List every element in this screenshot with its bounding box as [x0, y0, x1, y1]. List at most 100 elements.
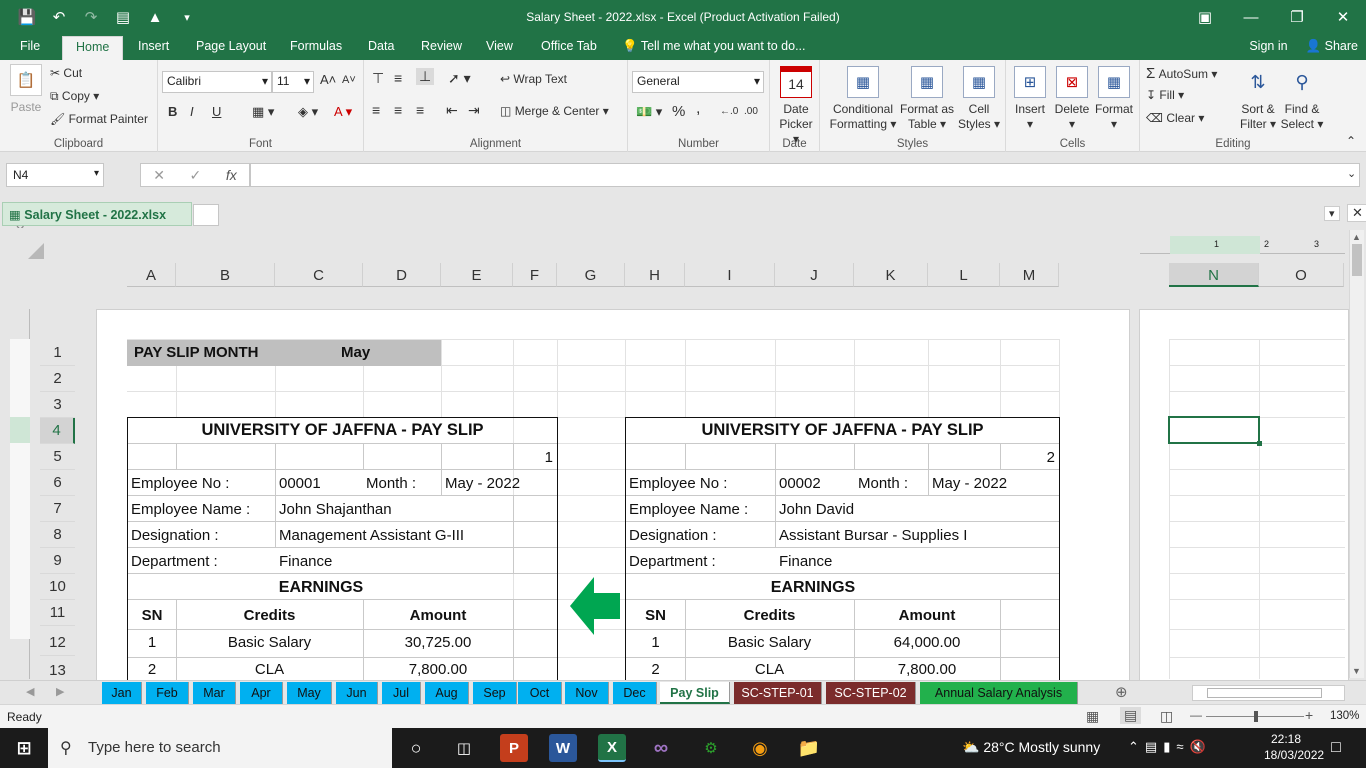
normal-view-icon[interactable]: ▦	[1086, 708, 1099, 725]
percent-button[interactable]: %	[672, 103, 685, 120]
font-family-select[interactable]: Calibri ▾	[162, 71, 272, 93]
system-tray[interactable]: ⌃▤▮≈🔇	[1128, 739, 1212, 755]
sheet-tab-oct[interactable]: Oct	[518, 682, 562, 704]
powerpoint-icon[interactable]: P	[500, 734, 528, 762]
font-size-select[interactable]: 11 ▾	[272, 71, 314, 93]
row-header-10[interactable]: 10	[40, 574, 75, 600]
row-header-11[interactable]: 11	[40, 600, 75, 626]
slip-2-header-amount[interactable]: Amount	[854, 603, 1000, 629]
format-cells-button[interactable]: ▦ Format ▾	[1094, 66, 1134, 132]
column-header-h[interactable]: H	[625, 263, 685, 287]
slip-2-designation[interactable]: Assistant Bursar - Supplies I	[779, 523, 967, 549]
font-color-icon[interactable]: A ▾	[334, 104, 352, 120]
minimize-button[interactable]: —	[1228, 0, 1274, 34]
zoom-level[interactable]: 130%	[1330, 710, 1359, 722]
increase-indent-icon[interactable]: ⇥	[468, 102, 480, 119]
app-icon[interactable]: ⚙	[697, 734, 725, 762]
grow-font-button[interactable]: A˄	[320, 72, 336, 87]
arrow-left-shape[interactable]	[570, 577, 622, 635]
column-header-g[interactable]: G	[557, 263, 625, 287]
row-header-13[interactable]: 13	[40, 658, 75, 680]
number-format-select[interactable]: General ▾	[632, 71, 764, 93]
slip-1-department-label[interactable]: Department :	[131, 549, 218, 575]
sheet-tab-sc-step-01[interactable]: SC-STEP-01	[734, 682, 822, 704]
borders-icon[interactable]: ▦ ▾	[252, 104, 274, 120]
slip-2-item-sn[interactable]: 2	[626, 657, 685, 680]
slip-2-item-credit[interactable]: CLA	[685, 657, 854, 680]
name-box[interactable]: N4 ▾	[6, 163, 104, 187]
align-top-icon[interactable]: ⊤	[372, 70, 384, 87]
delete-cells-button[interactable]: ⊠ Delete ▾	[1052, 66, 1092, 132]
date-picker-button[interactable]: 14 Date Picker ▾	[776, 66, 816, 147]
tab-view[interactable]: View	[486, 39, 513, 53]
row-header-4[interactable]: 4	[40, 418, 75, 444]
slip-1-item-credit[interactable]: CLA	[176, 657, 363, 680]
row-header-6[interactable]: 6	[40, 470, 75, 496]
slip-2-employee-no[interactable]: 00002	[779, 471, 821, 497]
sheet-tab-feb[interactable]: Feb	[146, 682, 189, 704]
slip-2-employee-no-label[interactable]: Employee No :	[629, 471, 727, 497]
slip-1-designation-label[interactable]: Designation :	[131, 523, 219, 549]
expand-formula-bar-icon[interactable]: ⌄	[1347, 167, 1356, 180]
sheet-tab-aug[interactable]: Aug	[425, 682, 469, 704]
slip-1-header-credits[interactable]: Credits	[176, 603, 363, 629]
tell-me-box[interactable]: 💡 Tell me what you want to do...	[622, 39, 806, 54]
align-center-icon[interactable]: ≡	[394, 102, 402, 118]
tab-formulas[interactable]: Formulas	[290, 39, 342, 53]
slip-2-item-credit[interactable]: Basic Salary	[685, 630, 854, 656]
slip-1-header-amount[interactable]: Amount	[363, 603, 513, 629]
column-header-j[interactable]: J	[775, 263, 854, 287]
clear-button[interactable]: ⌫ Clear ▾	[1146, 111, 1204, 125]
page-break-view-icon[interactable]: ◫	[1160, 708, 1173, 725]
decrease-decimal-icon[interactable]: .00	[744, 106, 758, 117]
column-header-e[interactable]: E	[441, 263, 513, 287]
new-tab-button[interactable]	[193, 204, 219, 226]
clock[interactable]: 22:18 18/03/2022	[1264, 731, 1324, 763]
orientation-icon[interactable]: ➚ ▾	[448, 70, 471, 87]
sheet-tab-pay-slip[interactable]: Pay Slip	[660, 682, 730, 704]
underline-button[interactable]: U	[212, 104, 221, 119]
pay-slip-month-value[interactable]: May	[341, 340, 370, 366]
fill-button[interactable]: ↧ Fill ▾	[1146, 88, 1184, 102]
horizontal-scrollbar[interactable]	[1192, 685, 1345, 701]
column-header-l[interactable]: L	[928, 263, 1000, 287]
chevron-up-icon[interactable]: ⌃	[1128, 739, 1145, 754]
merge-center-button[interactable]: ◫ Merge & Center ▾	[500, 104, 609, 118]
visual-studio-icon[interactable]: ∞	[647, 734, 675, 762]
row-header-9[interactable]: 9	[40, 548, 75, 574]
wifi-icon[interactable]: ≈	[1176, 739, 1189, 754]
select-all-button[interactable]	[28, 243, 44, 259]
windows-start-icon[interactable]: ⊞	[10, 734, 38, 762]
add-sheet-icon[interactable]: ⊕	[1115, 683, 1128, 701]
cut-button[interactable]: ✂ Cut	[50, 66, 82, 80]
network-icon[interactable]: ▤	[1145, 739, 1163, 754]
column-header-b[interactable]: B	[176, 263, 275, 287]
column-header-i[interactable]: I	[685, 263, 775, 287]
column-header-f[interactable]: F	[513, 263, 557, 287]
align-bottom-icon[interactable]: ⊥	[416, 68, 435, 85]
sheet-tab-sc-step-02[interactable]: SC-STEP-02	[826, 682, 916, 704]
confirm-entry-icon[interactable]: ✓	[190, 167, 202, 184]
insert-function-button[interactable]: fx	[226, 167, 237, 183]
row-header-8[interactable]: 8	[40, 522, 75, 548]
collapse-ribbon-icon[interactable]: ⌃	[1346, 134, 1356, 148]
format-as-table-button[interactable]: ▦ Format as Table ▾	[898, 66, 956, 132]
format-painter-button[interactable]: 🖌 Format Painter	[50, 112, 148, 126]
word-icon[interactable]: W	[549, 734, 577, 762]
sheet-tab-jun[interactable]: Jun	[336, 682, 378, 704]
slip-2-earnings-heading[interactable]: EARNINGS	[626, 575, 1000, 601]
pay-slip-month-label[interactable]: PAY SLIP MONTH	[134, 340, 258, 366]
column-header-k[interactable]: K	[854, 263, 928, 287]
notification-icon[interactable]: □	[1322, 734, 1350, 762]
formula-input[interactable]	[250, 163, 1360, 187]
column-header-a[interactable]: A	[127, 263, 176, 287]
slip-1-index[interactable]: 1	[513, 445, 553, 471]
slip-1-item-amount[interactable]: 7,800.00	[363, 657, 513, 680]
italic-button[interactable]: I	[190, 104, 194, 119]
slip-2-designation-label[interactable]: Designation :	[629, 523, 717, 549]
slip-1-item-sn[interactable]: 2	[128, 657, 176, 680]
excel-icon[interactable]: X	[598, 734, 626, 762]
slip-1-item-amount[interactable]: 30,725.00	[363, 630, 513, 656]
tab-scroll-right-icon[interactable]: ▶	[56, 685, 64, 698]
slip-1-month-label[interactable]: Month :	[366, 471, 416, 497]
